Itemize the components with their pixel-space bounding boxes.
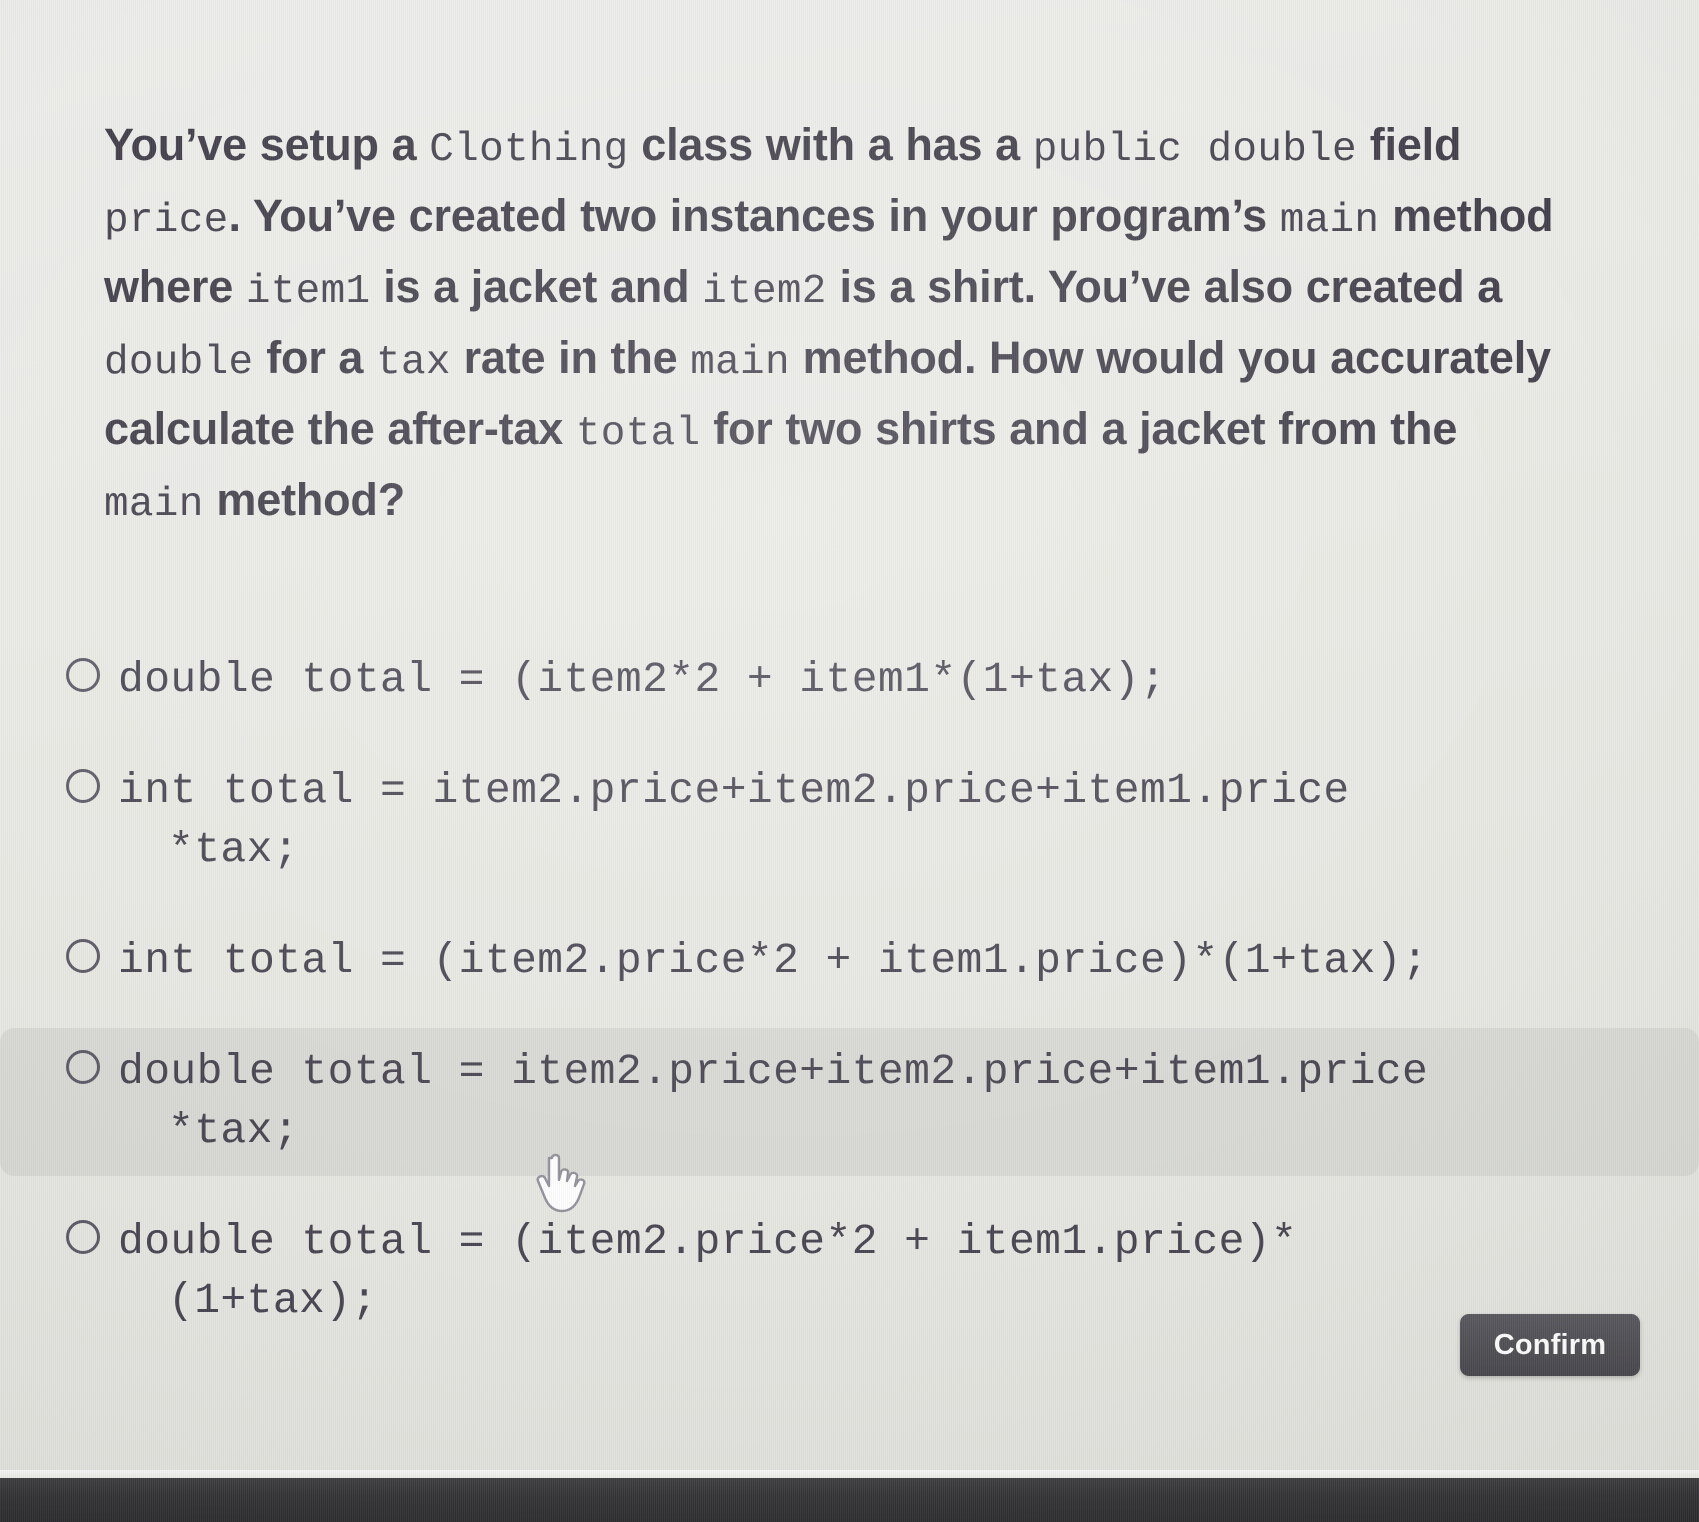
answer-option-line-1: double total = (item2.price*2 + item1.pr… — [118, 1217, 1298, 1266]
answer-option-3[interactable]: int total = (item2.price*2 + item1.price… — [0, 917, 1699, 1006]
prompt-text-fragment: method? — [203, 474, 406, 525]
device-bottom-bezel — [0, 1478, 1699, 1522]
answer-option-line-1: double total = (item2*2 + item1*(1+tax); — [118, 655, 1167, 704]
prompt-code-fragment: main — [690, 340, 790, 386]
answer-option-line-2: *tax; — [168, 825, 300, 874]
radio-button-icon[interactable] — [66, 1050, 100, 1084]
prompt-text-fragment: rate in the — [450, 332, 691, 383]
answer-option-line-1: int total = item2.price+item2.price+item… — [118, 766, 1350, 815]
prompt-text-fragment: field — [1356, 119, 1462, 170]
radio-button-icon[interactable] — [66, 1220, 100, 1254]
answer-option-line-2: *tax; — [168, 1106, 300, 1155]
prompt-code-fragment: total — [575, 411, 701, 457]
prompt-code-fragment: public double — [1032, 127, 1357, 173]
prompt-code-fragment: double — [104, 340, 254, 386]
prompt-text-fragment: . You’ve created two instances in your p… — [228, 190, 1280, 241]
radio-button-icon[interactable] — [66, 769, 100, 803]
quiz-page: You’ve setup a Clothing class with a has… — [0, 0, 1699, 1522]
answer-option-line-1: double total = item2.price+item2.price+i… — [118, 1047, 1429, 1096]
screen-photo: You’ve setup a Clothing class with a has… — [0, 0, 1699, 1522]
prompt-code-fragment: tax — [376, 340, 451, 386]
answer-option-4[interactable]: double total = item2.price+item2.price+i… — [0, 1028, 1699, 1176]
prompt-text-fragment: class with a has a — [628, 119, 1033, 170]
prompt-code-fragment: item2 — [702, 269, 827, 315]
answer-options-list: double total = (item2*2 + item1*(1+tax);… — [0, 636, 1699, 1368]
question-prompt: You’ve setup a Clothing class with a has… — [104, 112, 1554, 538]
prompt-text-fragment: for a — [253, 332, 377, 383]
answer-option-line-1: int total = (item2.price*2 + item1.price… — [118, 936, 1429, 985]
confirm-button[interactable]: Confirm — [1460, 1314, 1640, 1376]
prompt-text-fragment: You’ve setup a — [104, 119, 430, 170]
answer-option-line-2: (1+tax); — [168, 1276, 378, 1325]
prompt-code-fragment: main — [104, 482, 204, 528]
answer-option-text: int total = (item2.price*2 + item1.price… — [118, 931, 1428, 990]
prompt-text-fragment: is a jacket and — [370, 261, 703, 312]
prompt-code-fragment: Clothing — [429, 127, 629, 173]
answer-option-text: double total = (item2*2 + item1*(1+tax); — [118, 650, 1166, 709]
prompt-code-fragment: main — [1279, 198, 1380, 244]
radio-button-icon[interactable] — [66, 658, 100, 692]
answer-option-2[interactable]: int total = item2.price+item2.price+item… — [0, 747, 1699, 895]
prompt-text-fragment: for two shirts and a jacket from the — [700, 403, 1458, 454]
answer-option-1[interactable]: double total = (item2*2 + item1*(1+tax); — [0, 636, 1699, 725]
prompt-code-fragment: price — [104, 198, 229, 244]
radio-button-icon[interactable] — [66, 939, 100, 973]
prompt-text-fragment: is a shirt. You’ve also created a — [826, 261, 1503, 312]
answer-option-text: double total = (item2.price*2 + item1.pr… — [118, 1212, 1297, 1330]
prompt-code-fragment: item1 — [245, 269, 371, 315]
answer-option-text: int total = item2.price+item2.price+item… — [118, 761, 1350, 879]
answer-option-5[interactable]: double total = (item2.price*2 + item1.pr… — [0, 1198, 1699, 1346]
answer-option-text: double total = item2.price+item2.price+i… — [118, 1042, 1428, 1160]
